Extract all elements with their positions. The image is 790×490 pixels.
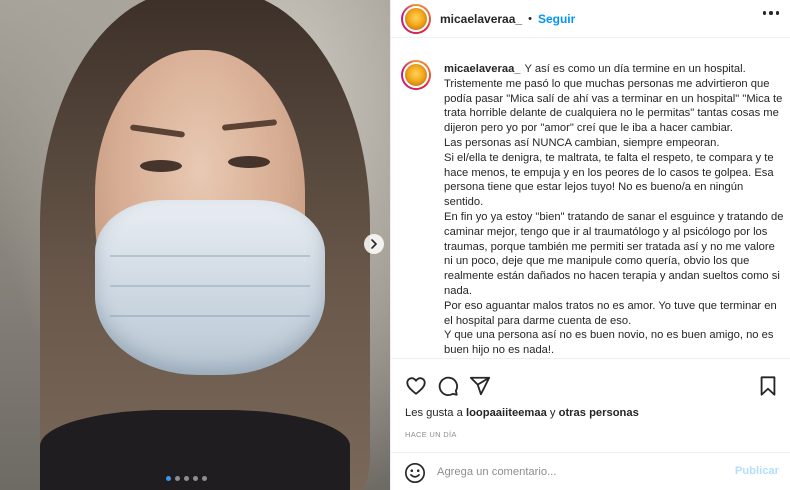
emoji-icon	[405, 463, 425, 483]
avatar[interactable]	[401, 3, 431, 34]
post-media[interactable]	[0, 0, 390, 490]
likes-prefix: Les gusta a	[405, 407, 463, 419]
likes-connector: y	[549, 407, 556, 419]
photo-eye-right	[228, 156, 270, 168]
carousel-indicator	[166, 476, 207, 481]
chevron-right-icon	[371, 239, 377, 249]
comment-bar: Publicar	[391, 452, 790, 490]
save-button[interactable]	[757, 375, 779, 397]
caption-avatar[interactable]	[401, 60, 431, 90]
comment-button[interactable]	[437, 375, 459, 397]
comment-icon	[438, 376, 458, 396]
photo-mask-pleat	[110, 255, 310, 257]
follow-button[interactable]: Seguir	[538, 12, 575, 26]
comment-input[interactable]	[437, 464, 717, 480]
header-separator: •	[528, 12, 532, 25]
emoji-button[interactable]	[404, 462, 426, 484]
photo-eye-left	[140, 160, 182, 172]
share-button[interactable]	[469, 375, 491, 397]
publish-button[interactable]: Publicar	[735, 465, 779, 477]
carousel-dot	[184, 476, 189, 481]
photo-mask-pleat	[110, 285, 310, 287]
caption-paragraph: Por eso aguantar malos tratos no es amor…	[444, 299, 777, 327]
carousel-dot	[175, 476, 180, 481]
caption-paragraph: micaelaveraa_ Y así es como un día termin…	[444, 62, 784, 136]
carousel-next-button[interactable]	[364, 234, 384, 254]
post-timestamp[interactable]: HACE UN DÍA	[405, 430, 457, 439]
header-username[interactable]: micaelaveraa_	[440, 12, 522, 26]
caption-paragraph: Si el/ella te denigra, te maltrata, te f…	[444, 151, 774, 209]
more-options-icon[interactable]	[762, 11, 779, 15]
caption-username[interactable]: micaelaveraa_	[444, 63, 521, 75]
caption-paragraph: En fin yo ya estoy "bien" tratando de sa…	[444, 210, 784, 297]
share-icon	[469, 376, 491, 396]
post-header: micaelaveraa_ • Seguir	[391, 0, 790, 38]
action-bar	[391, 358, 790, 408]
caption-paragraph: Las personas así NUNCA cambian, siempre …	[444, 136, 720, 149]
likes-summary: Les gusta a loopaaiiteemaa y otras perso…	[405, 407, 639, 419]
bookmark-icon	[760, 376, 776, 396]
caption-text: micaelaveraa_ Y así es como un día termin…	[444, 62, 784, 356]
carousel-dot	[166, 476, 171, 481]
carousel-dot	[202, 476, 207, 481]
caption-paragraph: Y que una persona así no es buen novio, …	[444, 329, 774, 356]
liker-username[interactable]: loopaaiiteemaa	[466, 407, 547, 419]
post-side-panel: micaelaveraa_ • Seguir micaelaveraa_ Y as…	[390, 0, 790, 490]
photo-face-mask	[95, 200, 325, 375]
caption-area[interactable]: micaelaveraa_ Y así es como un día termin…	[391, 56, 790, 356]
likes-others-link[interactable]: otras personas	[559, 407, 639, 419]
heart-icon	[406, 377, 426, 395]
carousel-dot	[193, 476, 198, 481]
like-button[interactable]	[405, 375, 427, 397]
photo-mask-pleat	[110, 315, 310, 317]
